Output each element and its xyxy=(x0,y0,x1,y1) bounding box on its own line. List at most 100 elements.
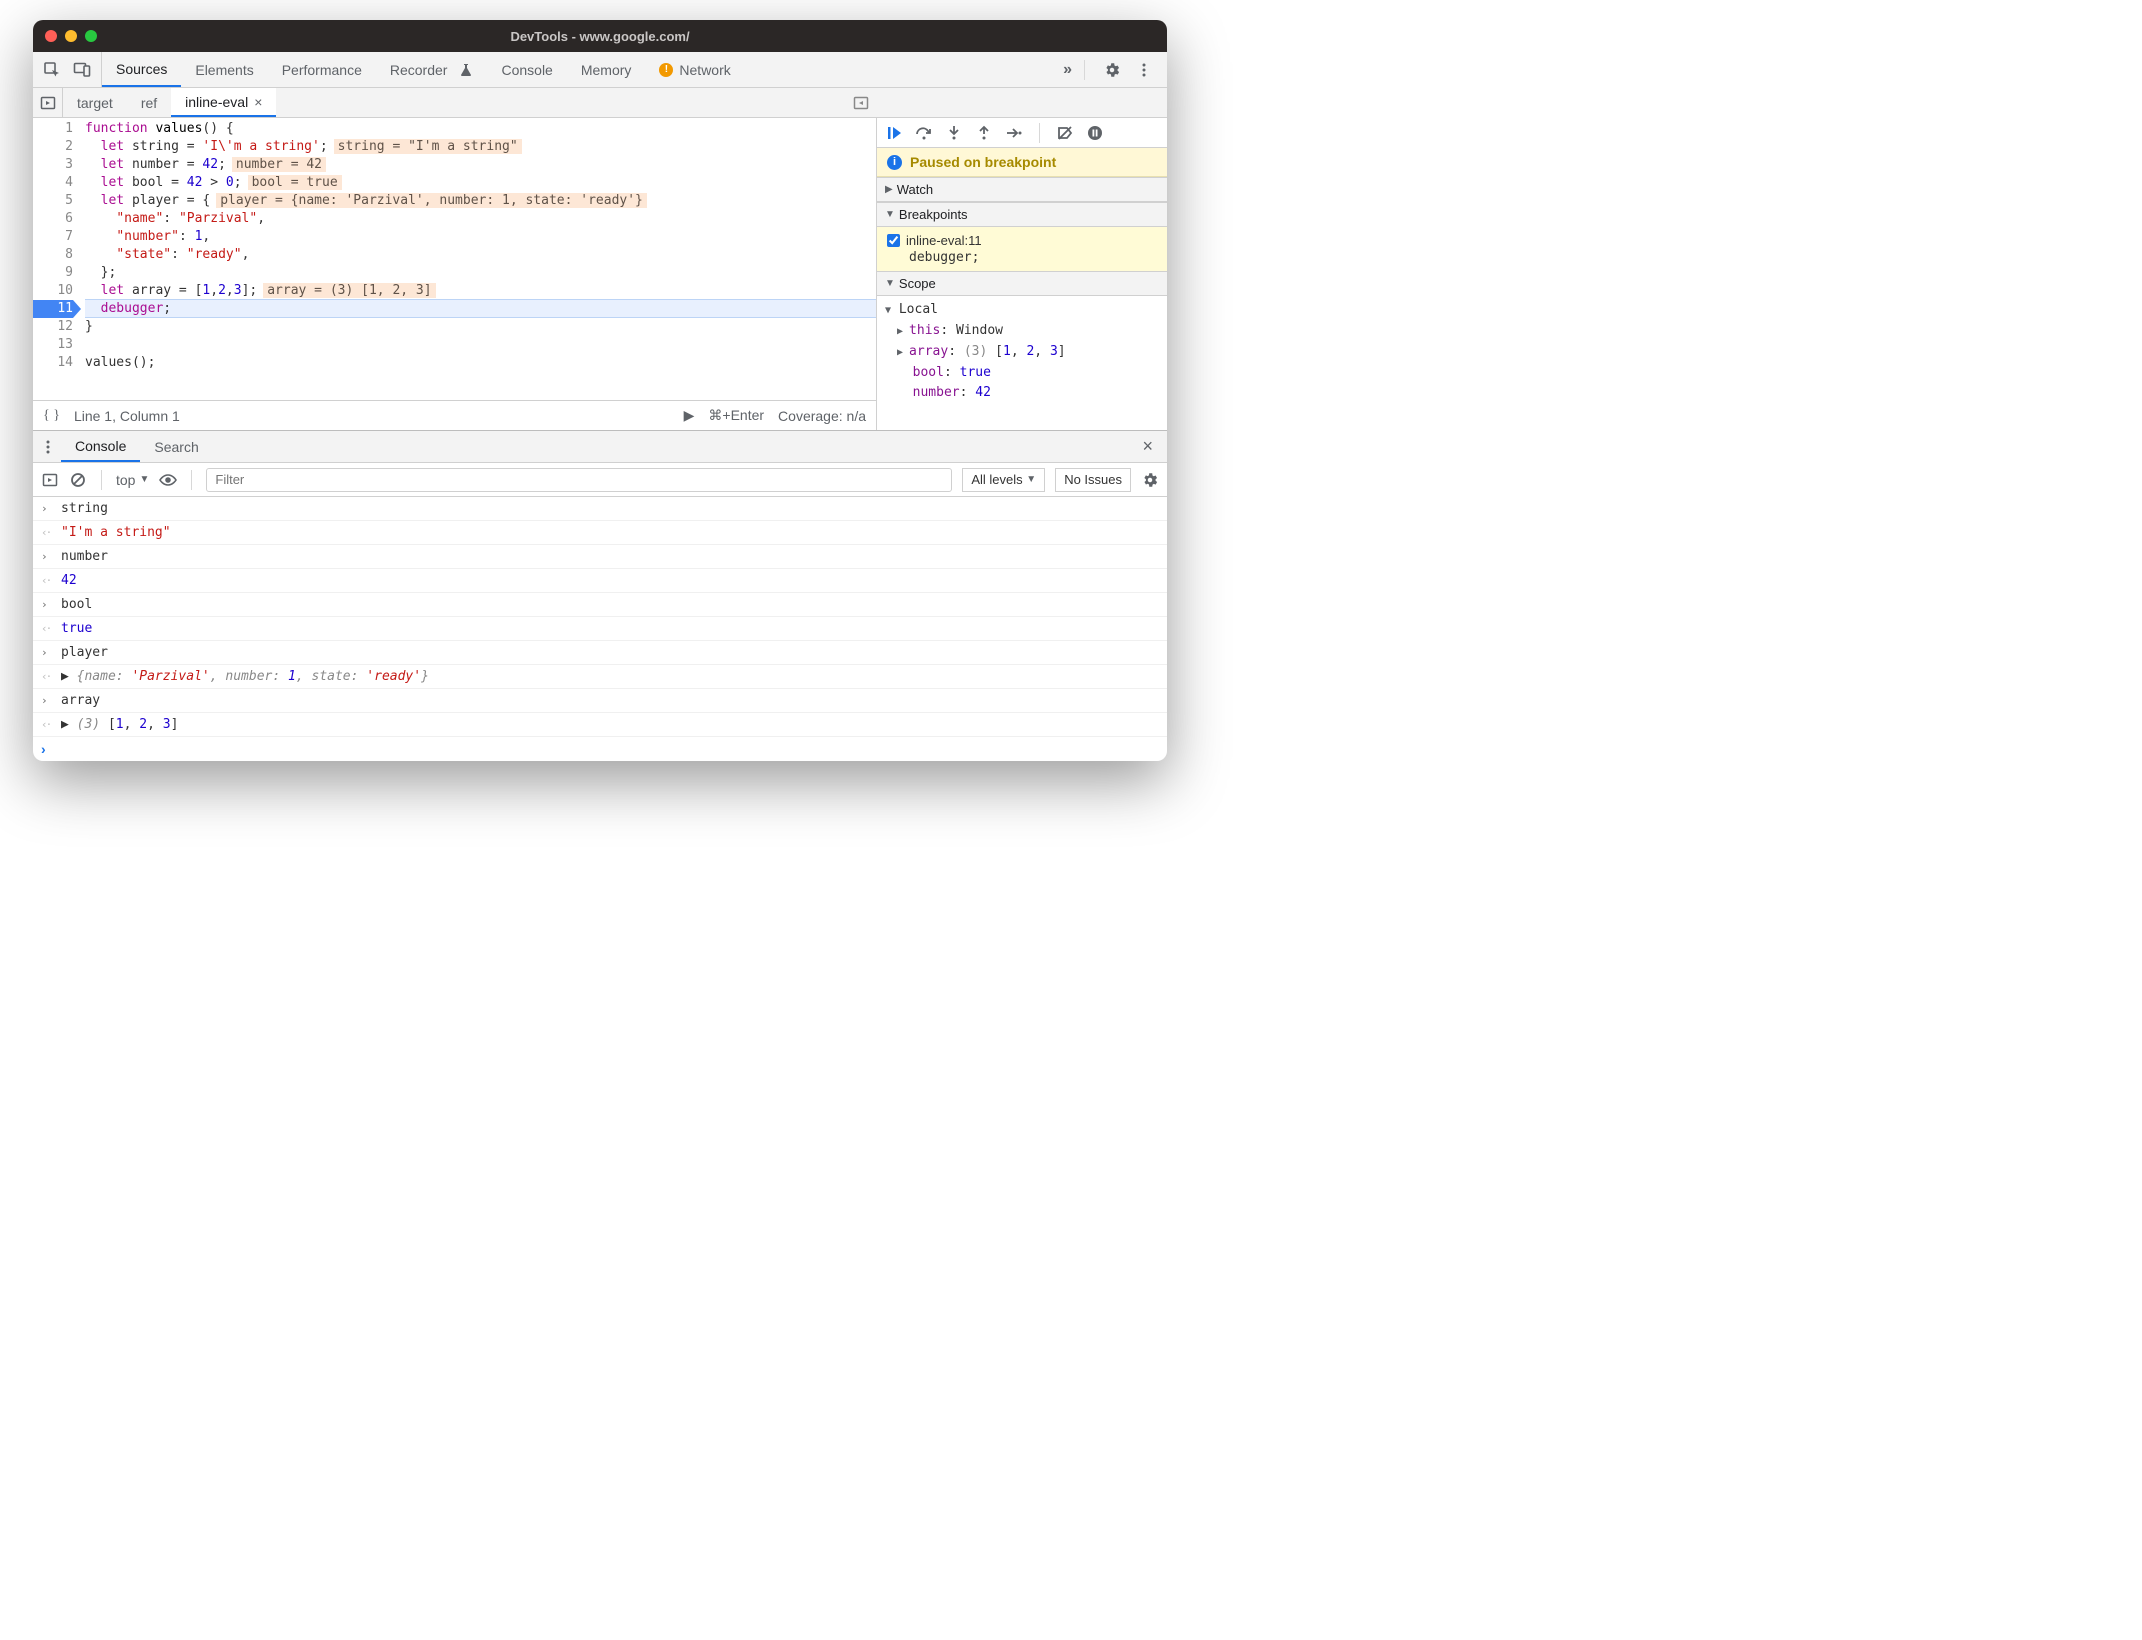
code-line[interactable]: "state": "ready", xyxy=(85,246,876,264)
live-expression-icon[interactable] xyxy=(159,471,177,489)
editor-pane: 1234567891011121314 function values() { … xyxy=(33,118,877,430)
more-tabs-icon[interactable]: » xyxy=(1063,61,1072,79)
inline-eval-badge: player = {name: 'Parzival', number: 1, s… xyxy=(216,193,647,208)
levels-selector[interactable]: All levels ▼ xyxy=(962,468,1045,492)
step-icon[interactable] xyxy=(1005,124,1023,142)
drawer-close-icon[interactable]: × xyxy=(1134,436,1161,457)
resume-icon[interactable] xyxy=(885,124,903,142)
filter-input[interactable] xyxy=(206,468,952,492)
code-line[interactable]: let array = [1,2,3];array = (3) [1, 2, 3… xyxy=(85,282,876,300)
input-caret-icon: › xyxy=(41,550,53,563)
scope-row[interactable]: number: 42 xyxy=(897,383,1167,403)
file-tab-ref[interactable]: ref xyxy=(127,88,171,117)
scope-row[interactable]: ▶ array: (3) [1, 2, 3] xyxy=(897,342,1167,363)
code-line[interactable]: let player = {player = {name: 'Parzival'… xyxy=(85,192,876,210)
code-line[interactable]: let bool = 42 > 0;bool = true xyxy=(85,174,876,192)
console-body[interactable]: ›string‹·"I'm a string"›number‹·42›bool‹… xyxy=(33,497,1167,737)
settings-icon[interactable] xyxy=(1103,61,1121,79)
inspect-icon[interactable] xyxy=(43,61,61,79)
drawer-menu-icon[interactable] xyxy=(39,438,57,456)
console-row[interactable]: ›player xyxy=(33,641,1167,665)
code-line[interactable]: "number": 1, xyxy=(85,228,876,246)
code-line[interactable] xyxy=(85,336,876,354)
device-toggle-icon[interactable] xyxy=(73,61,91,79)
debug-toolbar xyxy=(877,118,1167,148)
prompt-caret-icon: › xyxy=(41,741,46,757)
scope-row[interactable]: bool: true xyxy=(897,363,1167,383)
paused-text: Paused on breakpoint xyxy=(910,154,1056,170)
show-navigator-icon[interactable] xyxy=(33,88,63,117)
console-row[interactable]: ›string xyxy=(33,497,1167,521)
file-tab-inline-eval[interactable]: inline-eval× xyxy=(171,88,276,117)
code-line[interactable]: debugger; xyxy=(85,299,876,318)
file-tab-target[interactable]: target xyxy=(63,88,127,117)
console-prompt[interactable]: › xyxy=(33,737,1167,761)
close-tab-icon[interactable]: × xyxy=(254,94,262,110)
breakpoints-section[interactable]: ▼Breakpoints xyxy=(877,202,1167,227)
step-out-icon[interactable] xyxy=(975,124,993,142)
output-caret-icon: ‹· xyxy=(41,670,53,683)
panel-tab-memory[interactable]: Memory xyxy=(567,52,646,87)
titlebar: DevTools - www.google.com/ xyxy=(33,20,1167,52)
devtools-window: DevTools - www.google.com/ SourcesElemen… xyxy=(33,20,1167,761)
panel-tab-recorder[interactable]: Recorder xyxy=(376,52,488,87)
breakpoint-checkbox[interactable] xyxy=(887,234,900,247)
issues-button[interactable]: No Issues xyxy=(1055,468,1131,492)
console-sidebar-icon[interactable] xyxy=(41,471,59,489)
step-into-icon[interactable] xyxy=(945,124,963,142)
editor-footer: { } Line 1, Column 1 ▶ ⌘+Enter Coverage:… xyxy=(33,400,876,430)
pause-exceptions-icon[interactable] xyxy=(1086,124,1104,142)
panel-tabs: SourcesElementsPerformanceRecorder Conso… xyxy=(102,52,1063,87)
context-selector[interactable]: top ▼ xyxy=(116,472,149,488)
console-row[interactable]: ‹·42 xyxy=(33,569,1167,593)
inline-eval-badge: number = 42 xyxy=(232,157,326,172)
drawer: ConsoleSearch × top ▼ All levels ▼ No Is… xyxy=(33,430,1167,761)
paused-banner: i Paused on breakpoint xyxy=(877,148,1167,177)
deactivate-breakpoints-icon[interactable] xyxy=(1056,124,1074,142)
panel-tab-console[interactable]: Console xyxy=(487,52,566,87)
inline-eval-badge: string = "I'm a string" xyxy=(334,139,522,154)
drawer-tab-search[interactable]: Search xyxy=(140,431,212,462)
drawer-tabs: ConsoleSearch × xyxy=(33,431,1167,463)
console-row[interactable]: ›array xyxy=(33,689,1167,713)
watch-section[interactable]: ▶Watch xyxy=(877,177,1167,202)
step-over-icon[interactable] xyxy=(915,124,933,142)
console-row[interactable]: ‹·▶ {name: 'Parzival', number: 1, state:… xyxy=(33,665,1167,689)
pretty-print-icon[interactable]: { } xyxy=(43,408,60,424)
kebab-menu-icon[interactable] xyxy=(1135,61,1153,79)
code-line[interactable]: let number = 42;number = 42 xyxy=(85,156,876,174)
code-line[interactable]: } xyxy=(85,318,876,336)
code-line[interactable]: function values() { xyxy=(85,120,876,138)
code-line[interactable]: values(); xyxy=(85,354,876,372)
console-row[interactable]: ‹·"I'm a string" xyxy=(33,521,1167,545)
output-caret-icon: ‹· xyxy=(41,718,53,731)
panel-tab-performance[interactable]: Performance xyxy=(268,52,376,87)
console-toolbar: top ▼ All levels ▼ No Issues xyxy=(33,463,1167,497)
console-row[interactable]: ›bool xyxy=(33,593,1167,617)
scope-body: ▼ Local ▶ this: Window▶ array: (3) [1, 2… xyxy=(877,296,1167,407)
scope-section[interactable]: ▼Scope xyxy=(877,271,1167,296)
run-icon[interactable]: ▶ xyxy=(684,407,695,424)
input-caret-icon: › xyxy=(41,694,53,707)
panel-tab-elements[interactable]: Elements xyxy=(181,52,267,87)
code-line[interactable]: let string = 'I\'m a string';string = "I… xyxy=(85,138,876,156)
code-editor[interactable]: 1234567891011121314 function values() { … xyxy=(33,118,876,400)
console-row[interactable]: ›number xyxy=(33,545,1167,569)
scope-local[interactable]: ▼ Local xyxy=(885,300,1167,321)
console-settings-icon[interactable] xyxy=(1141,471,1159,489)
console-row[interactable]: ‹·▶ (3) [1, 2, 3] xyxy=(33,713,1167,737)
clear-console-icon[interactable] xyxy=(69,471,87,489)
scope-row[interactable]: ▶ this: Window xyxy=(897,321,1167,342)
code-line[interactable]: }; xyxy=(85,264,876,282)
panel-tab-network[interactable]: !Network xyxy=(645,52,744,87)
drawer-tab-console[interactable]: Console xyxy=(61,431,140,462)
show-debugger-icon[interactable] xyxy=(853,95,869,111)
code-line[interactable]: "name": "Parzival", xyxy=(85,210,876,228)
breakpoint-row[interactable]: inline-eval:11 debugger; xyxy=(877,227,1167,271)
main-split: 1234567891011121314 function values() { … xyxy=(33,118,1167,430)
console-row[interactable]: ‹·true xyxy=(33,617,1167,641)
panel-tab-sources[interactable]: Sources xyxy=(102,52,181,87)
inline-eval-badge: bool = true xyxy=(248,175,342,190)
warning-icon: ! xyxy=(659,63,673,77)
debugger-sidebar: i Paused on breakpoint ▶Watch ▼Breakpoin… xyxy=(877,118,1167,430)
